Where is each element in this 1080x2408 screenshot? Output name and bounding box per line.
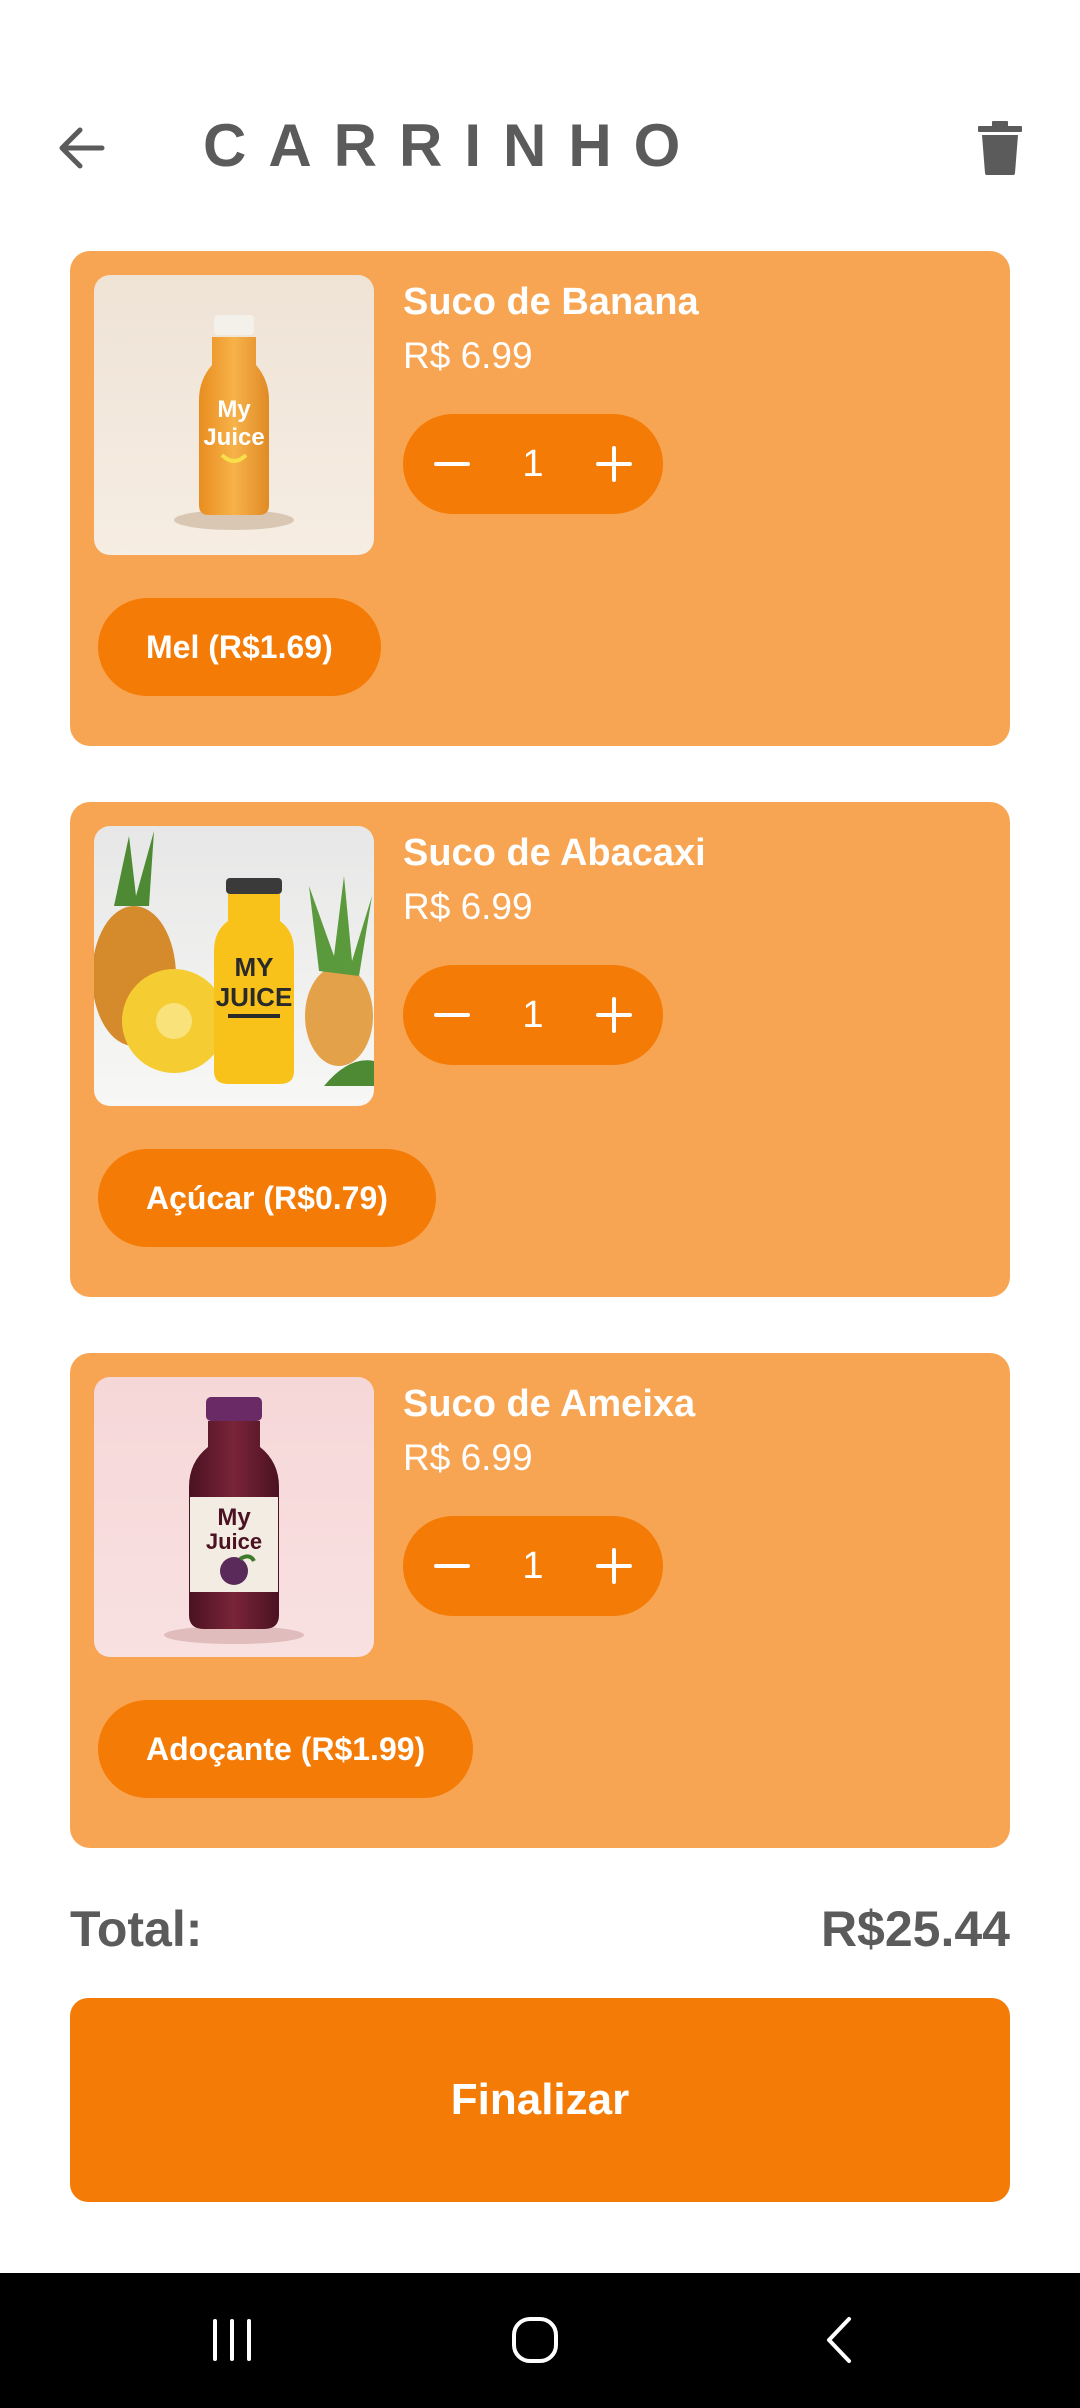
svg-text:Juice: Juice (206, 1529, 262, 1554)
svg-text:MY: MY (235, 952, 274, 982)
total-value: R$25.44 (820, 1901, 1010, 1957)
minus-icon (434, 1013, 470, 1017)
plus-icon (596, 446, 632, 482)
item-name: Suco de Banana (403, 281, 699, 323)
product-image: My Juice (94, 1377, 374, 1657)
back-button[interactable] (40, 108, 120, 188)
plus-icon (596, 1548, 632, 1584)
minus-icon (434, 462, 470, 466)
home-icon (512, 2317, 558, 2363)
page-title: CARRINHO (203, 111, 703, 179)
increase-quantity-button[interactable] (589, 1541, 639, 1591)
header: CARRINHO (0, 90, 1080, 200)
increase-quantity-button[interactable] (589, 990, 639, 1040)
back-chevron-icon (827, 2317, 851, 2363)
addon-chip[interactable]: Mel (R$1.69) (98, 598, 381, 696)
recent-apps-button[interactable] (182, 2295, 282, 2385)
svg-text:My: My (217, 1504, 251, 1531)
decrease-quantity-button[interactable] (427, 1541, 477, 1591)
item-price: R$ 6.99 (403, 886, 533, 927)
product-image: MY JUICE (94, 826, 374, 1106)
cart-item-card: My Juice Suco de Ameixa R$ 6.99 1 Adoçan… (70, 1353, 1010, 1848)
increase-quantity-button[interactable] (589, 439, 639, 489)
system-back-button[interactable] (790, 2295, 890, 2385)
trash-icon (978, 121, 1022, 175)
svg-text:Juice: Juice (203, 424, 264, 451)
clear-cart-button[interactable] (960, 108, 1040, 188)
finish-order-button[interactable]: Finalizar (70, 1998, 1010, 2202)
item-price: R$ 6.99 (403, 1437, 533, 1478)
decrease-quantity-button[interactable] (427, 439, 477, 489)
total-row: Total: R$25.44 (70, 1900, 1010, 1970)
decrease-quantity-button[interactable] (427, 990, 477, 1040)
item-name: Suco de Abacaxi (403, 832, 706, 874)
system-navigation-bar (0, 2273, 1080, 2408)
plus-icon (596, 997, 632, 1033)
cart-item-card: My Juice Suco de Banana R$ 6.99 1 Mel (R… (70, 251, 1010, 746)
arrow-left-icon (59, 127, 105, 169)
home-button[interactable] (485, 2295, 585, 2385)
addon-chip[interactable]: Açúcar (R$0.79) (98, 1149, 436, 1247)
cart-item-card: MY JUICE Suco de Abacaxi R$ 6.99 1 Açúca… (70, 802, 1010, 1297)
cart-screen: CARRINHO My Juice Suco de Banana R$ 6.99… (0, 0, 1080, 2408)
product-image: My Juice (94, 275, 374, 555)
quantity-stepper: 1 (403, 414, 663, 514)
item-name: Suco de Ameixa (403, 1383, 696, 1425)
item-price: R$ 6.99 (403, 335, 533, 376)
recent-apps-icon (213, 2319, 251, 2361)
minus-icon (434, 1564, 470, 1568)
svg-text:My: My (217, 396, 251, 423)
quantity-stepper: 1 (403, 965, 663, 1065)
svg-text:JUICE: JUICE (216, 982, 293, 1012)
addon-chip[interactable]: Adoçante (R$1.99) (98, 1700, 474, 1798)
total-label: Total: (70, 1901, 203, 1957)
quantity-stepper: 1 (403, 1516, 663, 1616)
